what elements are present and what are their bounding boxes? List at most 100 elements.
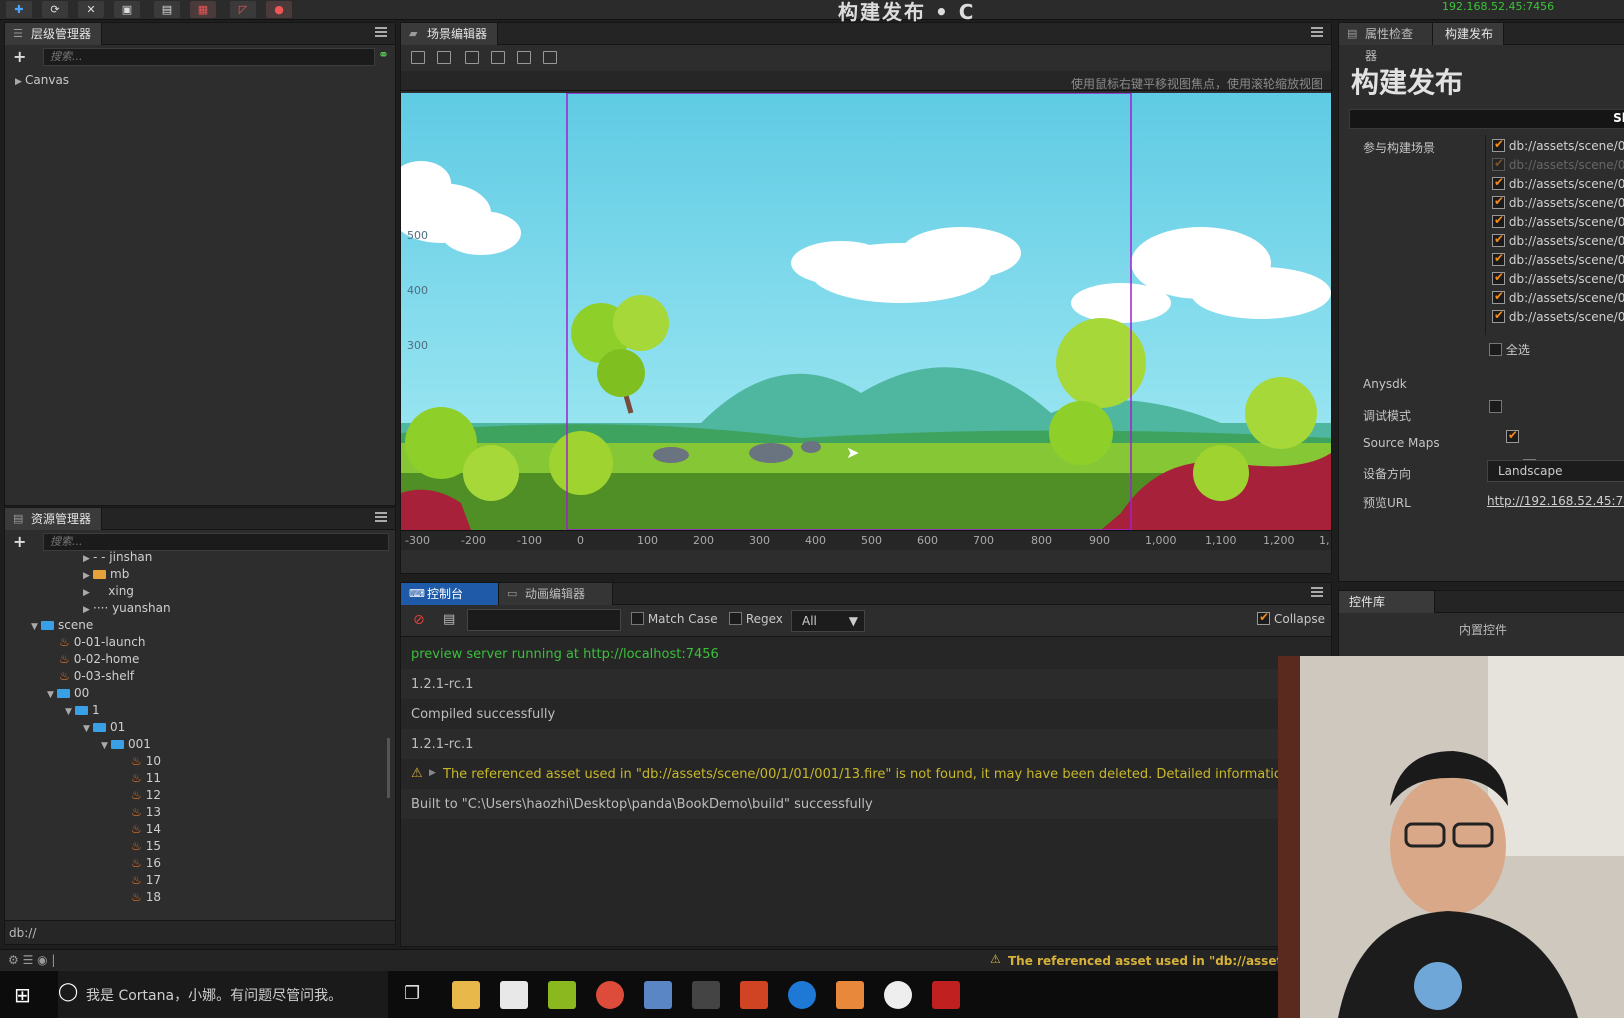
list-item[interactable]: ▼ scene	[31, 617, 93, 634]
tab-hierarchy[interactable]: ☰ 层级管理器	[5, 23, 103, 45]
drop-app-icon[interactable]	[884, 981, 912, 1009]
scene-entry[interactable]: db://assets/scene/00	[1492, 289, 1624, 305]
list-item[interactable]: ♨ 0-01-launch	[59, 634, 145, 651]
scene-checkbox[interactable]	[1492, 194, 1505, 209]
collapse-icon[interactable]: ▼	[101, 738, 111, 755]
scene-checkbox[interactable]	[1492, 270, 1505, 285]
list-item[interactable]: ▶ - - jinshan	[83, 549, 152, 566]
list-item[interactable]: ▼ 001	[101, 736, 151, 753]
scrollbar[interactable]	[387, 738, 390, 798]
list-item[interactable]: ▼ 01	[83, 719, 125, 736]
scene-entry[interactable]: db://assets/scene/00	[1492, 194, 1624, 210]
scene-entry[interactable]: db://assets/scene/00	[1492, 251, 1624, 267]
align-right-icon[interactable]	[543, 51, 557, 64]
hierarchy-search-input[interactable]: 搜索...	[43, 48, 375, 66]
edge-icon[interactable]	[788, 981, 816, 1009]
sublime-icon[interactable]	[692, 981, 720, 1009]
list-item[interactable]: ▼ 1	[65, 702, 100, 719]
fullscreen-icon[interactable]: ✕	[78, 1, 104, 18]
log-file-icon[interactable]: ▤	[443, 612, 455, 627]
log-row-warning[interactable]: ⚠ ▶ The referenced asset used in "db://a…	[401, 759, 1331, 789]
align-hcenter-icon[interactable]	[517, 51, 531, 64]
expand-icon[interactable]: ▶	[15, 77, 25, 87]
link-icon[interactable]: ⚭	[378, 48, 389, 63]
frame-icon[interactable]: ▣	[114, 1, 140, 18]
regex-checkbox[interactable]	[729, 612, 742, 625]
cocos-creator-icon[interactable]	[836, 981, 864, 1009]
list-item[interactable]: ♨ 17	[131, 872, 161, 889]
server-ip[interactable]: 192.168.52.45:7456	[1442, 0, 1554, 13]
status-warning-text[interactable]: The referenced asset used in "db://asset…	[1008, 954, 1322, 968]
file-explorer-icon[interactable]	[452, 981, 480, 1009]
menu-icon[interactable]	[375, 512, 387, 522]
list-item[interactable]: ♨ 0-03-shelf	[59, 668, 134, 685]
scene-checkbox[interactable]	[1492, 289, 1505, 304]
store-icon[interactable]	[500, 981, 528, 1009]
scene-checkbox[interactable]	[1492, 137, 1505, 152]
collapse-icon[interactable]: ▼	[83, 721, 93, 738]
tab-widgets[interactable]: 控件库	[1339, 591, 1435, 613]
scene-entry[interactable]: db://assets/scene/0-0	[1492, 137, 1624, 153]
scene-entry[interactable]: db://assets/scene/0-0	[1492, 175, 1624, 191]
list-item[interactable]: ♨ 0-02-home	[59, 651, 139, 668]
list-item[interactable]: ▶ ···· yuanshan	[83, 600, 171, 617]
status-icons[interactable]: ⚙ ☰ ◉ |	[8, 953, 55, 967]
pdf-icon[interactable]	[932, 981, 960, 1009]
log-level-select[interactable]: All ▼	[791, 610, 865, 632]
scene-checkbox[interactable]	[1492, 213, 1505, 228]
refresh-icon[interactable]: ⟳	[42, 1, 68, 18]
align-left-icon[interactable]	[491, 51, 505, 64]
scene-entry[interactable]: db://assets/scene/00	[1492, 308, 1624, 324]
list-item[interactable]: ♨ 13	[131, 804, 161, 821]
builtin-widgets-label[interactable]: 内置控件	[1339, 615, 1624, 638]
platform-select[interactable]: Sle	[1349, 109, 1624, 129]
expand-icon[interactable]: ▶	[429, 768, 436, 778]
network-app-icon[interactable]	[644, 981, 672, 1009]
list-item[interactable]: ♨ 15	[131, 838, 161, 855]
orientation-select[interactable]: Landscape	[1487, 460, 1624, 482]
scene-viewport[interactable]: 500 400 300 ➤	[401, 93, 1331, 530]
rect-tool-icon[interactable]: ◸	[230, 1, 256, 18]
chrome-icon[interactable]	[596, 981, 624, 1009]
select-all-toggle[interactable]: 全选	[1489, 341, 1530, 358]
menu-icon[interactable]	[1311, 587, 1323, 597]
scene-entry[interactable]: db://assets/scene/0-5	[1492, 156, 1624, 172]
match-case-toggle[interactable]: Match Case	[631, 612, 718, 626]
align-top-icon[interactable]	[411, 51, 425, 64]
console-filter-input[interactable]	[467, 609, 621, 631]
windows-start-icon[interactable]: ⊞	[14, 983, 31, 1007]
debug-checkbox[interactable]	[1505, 428, 1519, 443]
menu-icon[interactable]	[375, 27, 387, 37]
select-all-checkbox[interactable]	[1489, 343, 1502, 356]
menu-icon[interactable]	[1311, 27, 1323, 37]
tree-node-canvas[interactable]: ▶ Canvas	[15, 73, 69, 87]
tab-animation-editor[interactable]: ▭ 动画编辑器	[499, 583, 613, 605]
add-asset-button[interactable]: +	[13, 532, 26, 551]
red-tool-icon[interactable]: ▦	[190, 1, 216, 18]
list-item[interactable]: ▶ xing	[83, 583, 134, 600]
add-icon[interactable]: ✚	[6, 1, 32, 18]
align-bottom-icon[interactable]	[465, 51, 479, 64]
task-view-icon[interactable]: ❐	[404, 983, 420, 1004]
tab-scene-editor[interactable]: ▰ 场景编辑器	[401, 23, 499, 45]
scene-entry[interactable]: db://assets/scene/00	[1492, 270, 1624, 286]
collapse-icon[interactable]: ▼	[65, 704, 75, 721]
add-node-button[interactable]: +	[13, 47, 26, 66]
cortana-search[interactable]: ◯ 我是 Cortana，小娜。有问题尽管问我。	[58, 971, 388, 1018]
tab-inspector[interactable]: ▤ 属性检查器	[1339, 23, 1433, 63]
scene-checkbox[interactable]	[1492, 175, 1505, 190]
scene-entry[interactable]: db://assets/scene/00	[1492, 232, 1624, 248]
scene-checkbox[interactable]	[1492, 156, 1505, 171]
scene-entry[interactable]: db://assets/scene/00	[1492, 213, 1624, 229]
match-case-checkbox[interactable]	[631, 612, 644, 625]
tab-console[interactable]: ⌨ 控制台	[401, 583, 499, 605]
anysdk-checkbox[interactable]	[1489, 400, 1502, 413]
tab-assets[interactable]: ▤ 资源管理器	[5, 508, 103, 530]
preview-url-link[interactable]: http://192.168.52.45:7456	[1487, 494, 1624, 508]
align-vcenter-icon[interactable]	[437, 51, 451, 64]
list-item[interactable]: ♨ 14	[131, 821, 161, 838]
powerpoint-icon[interactable]	[740, 981, 768, 1009]
list-item[interactable]: ♨ 10	[131, 753, 161, 770]
collapse-icon[interactable]: ▼	[31, 619, 41, 636]
record-icon[interactable]: ●	[266, 1, 292, 18]
